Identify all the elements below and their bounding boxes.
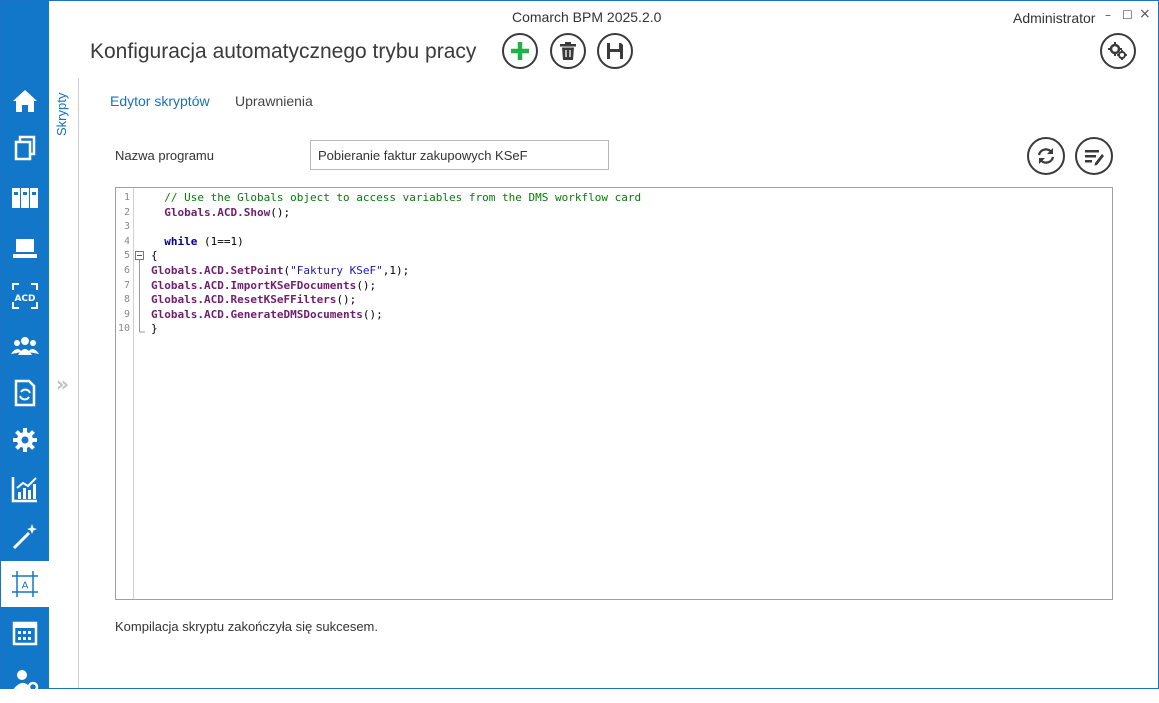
code-token: } (151, 322, 158, 336)
text-frame-icon[interactable]: A (1, 561, 49, 607)
code-text: while (1==1) (151, 234, 244, 250)
line-number: 7 (123, 279, 130, 291)
code-text: Globals.ACD.ImportKSeFDocuments(); (151, 279, 376, 294)
code-token: (); (270, 205, 291, 219)
code-token: Globals.ACD.Show (164, 205, 271, 219)
code-token: (); (356, 278, 377, 292)
page-title: Konfiguracja automatycznego trybu pracy (90, 40, 477, 63)
gear-icon[interactable] (1, 417, 49, 463)
refresh-icon (1037, 148, 1055, 164)
acd-icon[interactable]: ACD (1, 273, 49, 319)
code-line[interactable]: 9 Globals.ACD.GenerateDMSDocuments(); (116, 308, 1112, 323)
document-sync-icon[interactable] (1, 370, 49, 416)
settings-button[interactable] (1100, 33, 1136, 69)
code-line[interactable]: 7 Globals.ACD.ImportKSeFDocuments(); (116, 279, 1112, 294)
line-number: 1 (123, 192, 130, 203)
program-name-label: Nazwa programu (115, 148, 214, 163)
calendar-icon[interactable] (1, 610, 49, 656)
code-token: (); (362, 307, 383, 321)
format-code-icon (1085, 150, 1104, 166)
chart-icon[interactable] (1, 466, 49, 512)
line-number: 10 (117, 323, 130, 335)
line-number: 5 (123, 250, 130, 262)
code-text: Globals.ACD.Show(); (151, 206, 290, 221)
code-line[interactable]: 4 while (1==1) (116, 235, 1112, 250)
floppy-icon (607, 43, 623, 59)
line-number: 4 (123, 235, 130, 247)
line-number: 8 (123, 294, 130, 306)
code-line[interactable]: 2 Globals.ACD.Show(); (116, 206, 1112, 221)
line-number: 9 (123, 308, 130, 320)
svg-text:ACD: ACD (14, 294, 35, 304)
save-button[interactable] (597, 33, 633, 69)
side-panel: Skrypty » (50, 78, 79, 688)
code-token: (); (336, 293, 357, 307)
format-code-button[interactable] (1075, 137, 1113, 175)
code-line[interactable]: 1 // Use the Globals object to access va… (116, 191, 1112, 206)
code-token: "Faktury KSeF" (290, 264, 383, 277)
code-text: // Use the Globals object to access vari… (151, 191, 641, 206)
magic-wand-icon[interactable] (1, 513, 49, 559)
status-message: Kompilacja skryptu zakończyła się sukces… (115, 619, 378, 634)
add-button[interactable] (502, 33, 538, 69)
code-token: while (164, 234, 198, 248)
app-title: Comarch BPM 2025.2.0 (512, 9, 662, 25)
left-nav: ACD A (1, 1, 49, 693)
code-text: { (151, 249, 158, 264)
side-tab-skrypty[interactable]: Skrypty (54, 84, 69, 136)
expand-panel-icon[interactable]: » (56, 372, 69, 396)
code-token: Globals.ACD.ImportKSeFDocuments (151, 278, 357, 292)
code-line[interactable]: 3 (116, 220, 1112, 235)
code-token: Globals.ACD.GenerateDMSDocuments (151, 307, 363, 321)
gears-icon (1108, 42, 1127, 60)
binders-icon[interactable] (1, 175, 49, 221)
documents-icon[interactable] (1, 125, 49, 171)
laptop-icon[interactable] (1, 225, 49, 271)
program-name-input[interactable] (310, 140, 609, 170)
refresh-button[interactable] (1027, 137, 1065, 175)
code-line[interactable]: 6 Globals.ACD.SetPoint("Faktury KSeF",1); (116, 264, 1112, 279)
code-text: Globals.ACD.ResetKSeFFilters(); (151, 293, 356, 308)
code-token: { (151, 249, 158, 263)
line-number: 3 (123, 221, 130, 233)
code-text: Globals.ACD.SetPoint("Faktury KSeF",1); (151, 264, 409, 279)
code-token: Globals.ACD.ResetKSeFFilters (151, 293, 337, 307)
home-icon[interactable] (1, 78, 49, 124)
code-text: Globals.ACD.GenerateDMSDocuments(); (151, 308, 383, 323)
line-number: 6 (123, 265, 130, 276)
code-line[interactable]: 5{ (116, 249, 1112, 264)
code-token: Globals.ACD.SetPoint (151, 264, 284, 277)
minimize-button[interactable]: – (1105, 8, 1111, 22)
users-icon[interactable] (1, 322, 49, 368)
line-number: 2 (123, 206, 130, 218)
close-button[interactable]: × (1139, 6, 1151, 22)
user-settings-icon[interactable] (1, 657, 49, 703)
code-text: } (151, 322, 158, 337)
delete-button[interactable] (550, 33, 586, 69)
tab-script-editor[interactable]: Edytor skryptów (110, 93, 210, 109)
tab-permissions[interactable]: Uprawnienia (235, 93, 313, 109)
svg-text:A: A (22, 581, 29, 592)
user-name[interactable]: Administrator (1013, 10, 1095, 26)
maximize-button[interactable]: ☐ (1122, 8, 1133, 22)
code-line[interactable]: 8 Globals.ACD.ResetKSeFFilters(); (116, 293, 1112, 308)
code-editor[interactable]: 1 // Use the Globals object to access va… (115, 187, 1113, 600)
code-token: (1==1) (197, 234, 244, 248)
code-token: ,1); (382, 264, 410, 277)
trash-icon (560, 42, 576, 60)
code-line[interactable]: 10} (116, 322, 1112, 337)
plus-icon (511, 42, 529, 60)
code-token: // Use the Globals object to access vari… (164, 191, 642, 204)
